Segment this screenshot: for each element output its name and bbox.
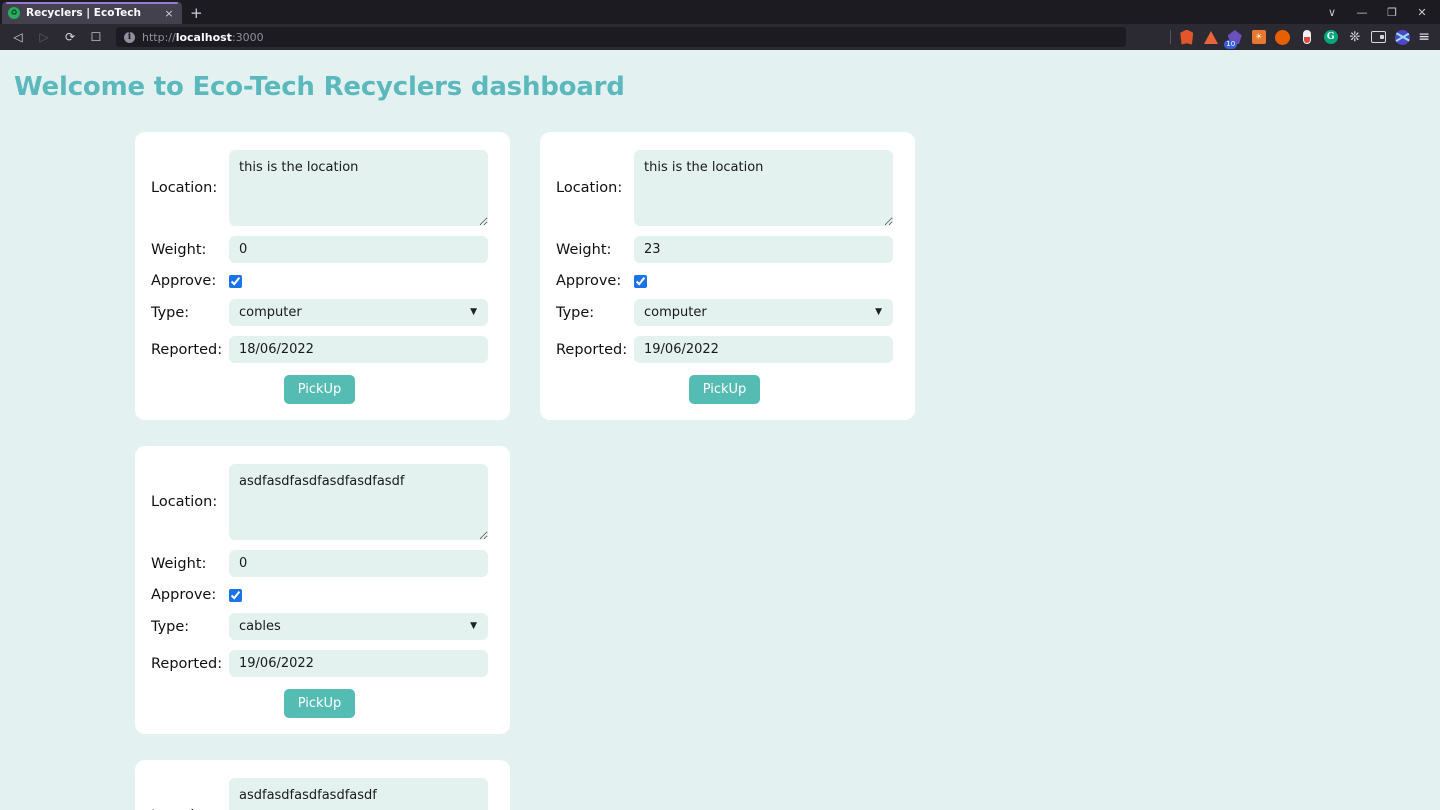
close-window-icon[interactable]: ✕ bbox=[1408, 1, 1436, 23]
approve-checkbox[interactable] bbox=[634, 274, 647, 288]
grammarly-icon[interactable]: G bbox=[1322, 29, 1339, 46]
menu-icon[interactable]: ≡ bbox=[1418, 29, 1430, 45]
type-select[interactable]: computer bbox=[229, 299, 488, 326]
approve-label: Approve: bbox=[151, 273, 217, 289]
weight-row: Weight: bbox=[151, 550, 488, 577]
pickup-button[interactable]: PickUp bbox=[283, 375, 356, 404]
pickup-card: Location: this is the location Weight: A… bbox=[540, 132, 915, 420]
reported-row: Reported: bbox=[151, 336, 488, 363]
pickup-card: Location: asdfasdfasdfasdfasdf Weight: A… bbox=[135, 760, 510, 810]
tab-strip: ♻ Recyclers | EcoTech × + ∨ — ❐ ✕ bbox=[0, 0, 1440, 24]
type-row: Type: cables ▼ bbox=[151, 613, 488, 640]
bookmark-icon[interactable]: ☐ bbox=[84, 26, 108, 48]
reported-row: Reported: bbox=[151, 650, 488, 677]
reload-icon[interactable]: ⟳ bbox=[58, 26, 82, 48]
type-label: Type: bbox=[151, 304, 190, 321]
approve-row: Approve: bbox=[556, 273, 893, 289]
location-label: Location: bbox=[151, 180, 218, 196]
page-title: Welcome to Eco-Tech Recyclers dashboard bbox=[14, 72, 625, 102]
weight-row: Weight: bbox=[556, 236, 893, 263]
approve-checkbox[interactable] bbox=[229, 588, 242, 602]
pickup-button[interactable]: PickUp bbox=[688, 375, 761, 404]
reported-label: Reported: bbox=[151, 655, 223, 672]
type-select[interactable]: computer bbox=[634, 299, 893, 326]
page-content: Welcome to Eco-Tech Recyclers dashboard … bbox=[0, 50, 1440, 810]
pickup-card: Location: this is the location Weight: A… bbox=[135, 132, 510, 420]
window-controls: ∨ — ❐ ✕ bbox=[1318, 0, 1440, 24]
maximize-icon[interactable]: ❐ bbox=[1378, 1, 1406, 23]
purple-extension-icon[interactable]: 10 bbox=[1224, 29, 1243, 49]
weight-label: Weight: bbox=[151, 241, 207, 258]
type-label: Type: bbox=[151, 618, 190, 635]
extension-badge-count: 10 bbox=[1224, 39, 1238, 49]
reported-label: Reported: bbox=[151, 341, 223, 358]
browser-tab[interactable]: ♻ Recyclers | EcoTech × bbox=[2, 2, 182, 24]
url-text: http://localhost:3000 bbox=[142, 30, 264, 44]
location-textarea[interactable]: this is the location bbox=[229, 150, 488, 226]
browser-chrome: ♻ Recyclers | EcoTech × + ∨ — ❐ ✕ ◁ ▷ ⟳ … bbox=[0, 0, 1440, 50]
brave-shield-icon[interactable] bbox=[1178, 29, 1195, 46]
warning-triangle-icon[interactable] bbox=[1202, 29, 1219, 46]
pickup-button-row: PickUp bbox=[151, 375, 488, 404]
pickup-cards-grid: Location: this is the location Weight: A… bbox=[0, 102, 1440, 810]
weight-row: Weight: bbox=[151, 236, 488, 263]
approve-checkbox[interactable] bbox=[229, 274, 242, 288]
chevron-down-icon[interactable]: ∨ bbox=[1318, 1, 1346, 23]
pickup-button[interactable]: PickUp bbox=[283, 689, 356, 718]
pickup-card: Location: asdfasdfasdfasdfasdfasdf Weigh… bbox=[135, 446, 510, 734]
pickup-button-row: PickUp bbox=[151, 689, 488, 718]
forward-icon[interactable]: ▷ bbox=[32, 26, 56, 48]
weight-input[interactable] bbox=[229, 236, 488, 263]
weight-label: Weight: bbox=[556, 241, 612, 258]
reported-input[interactable] bbox=[229, 336, 488, 363]
puzzle-extensions-icon[interactable]: ❊ bbox=[1346, 29, 1363, 46]
photo-extension-icon[interactable]: ☀ bbox=[1250, 29, 1267, 46]
reported-input[interactable] bbox=[229, 650, 488, 677]
pill-extension-icon[interactable] bbox=[1298, 29, 1315, 46]
approve-row: Approve: bbox=[151, 587, 488, 603]
location-textarea[interactable]: asdfasdfasdfasdfasdfasdf bbox=[229, 464, 488, 540]
weight-input[interactable] bbox=[229, 550, 488, 577]
location-label: Location: bbox=[556, 180, 623, 196]
navigation-toolbar: ◁ ▷ ⟳ ☐ i http://localhost:3000 10 ☀ G ❊… bbox=[0, 24, 1440, 50]
location-textarea[interactable]: asdfasdfasdfasdfasdf bbox=[229, 778, 488, 810]
type-select[interactable]: cables bbox=[229, 613, 488, 640]
reported-label: Reported: bbox=[556, 341, 628, 358]
reported-row: Reported: bbox=[556, 336, 893, 363]
reported-input[interactable] bbox=[634, 336, 893, 363]
back-icon[interactable]: ◁ bbox=[6, 26, 30, 48]
firefox-account-icon[interactable] bbox=[1274, 29, 1291, 46]
type-row: Type: computer ▼ bbox=[151, 299, 488, 326]
recycle-icon: ♻ bbox=[8, 7, 20, 19]
location-row: Location: asdfasdfasdfasdfasdf bbox=[151, 778, 488, 810]
minimize-icon[interactable]: — bbox=[1348, 1, 1376, 23]
weight-input[interactable] bbox=[634, 236, 893, 263]
type-label: Type: bbox=[556, 304, 595, 321]
globe-extension-icon[interactable] bbox=[1394, 29, 1411, 46]
new-tab-button[interactable]: + bbox=[190, 6, 203, 21]
weight-label: Weight: bbox=[151, 555, 207, 572]
extensions-toolbar: 10 ☀ G ❊ ≡ bbox=[1170, 29, 1434, 49]
approve-label: Approve: bbox=[556, 273, 622, 289]
approve-label: Approve: bbox=[151, 587, 217, 603]
url-bar[interactable]: i http://localhost:3000 bbox=[116, 27, 1126, 47]
toolbar-divider bbox=[1170, 30, 1172, 44]
grid-spacer bbox=[540, 446, 915, 760]
approve-row: Approve: bbox=[151, 273, 488, 289]
pickup-button-row: PickUp bbox=[556, 375, 893, 404]
location-textarea[interactable]: this is the location bbox=[634, 150, 893, 226]
close-icon[interactable]: × bbox=[162, 7, 176, 20]
info-icon[interactable]: i bbox=[124, 31, 135, 43]
location-row: Location: this is the location bbox=[151, 150, 488, 226]
location-label: Location: bbox=[151, 494, 218, 510]
type-row: Type: computer ▼ bbox=[556, 299, 893, 326]
wallet-extension-icon[interactable] bbox=[1370, 29, 1387, 46]
tab-title: Recyclers | EcoTech bbox=[26, 7, 141, 19]
location-row: Location: this is the location bbox=[556, 150, 893, 226]
location-row: Location: asdfasdfasdfasdfasdfasdf bbox=[151, 464, 488, 540]
